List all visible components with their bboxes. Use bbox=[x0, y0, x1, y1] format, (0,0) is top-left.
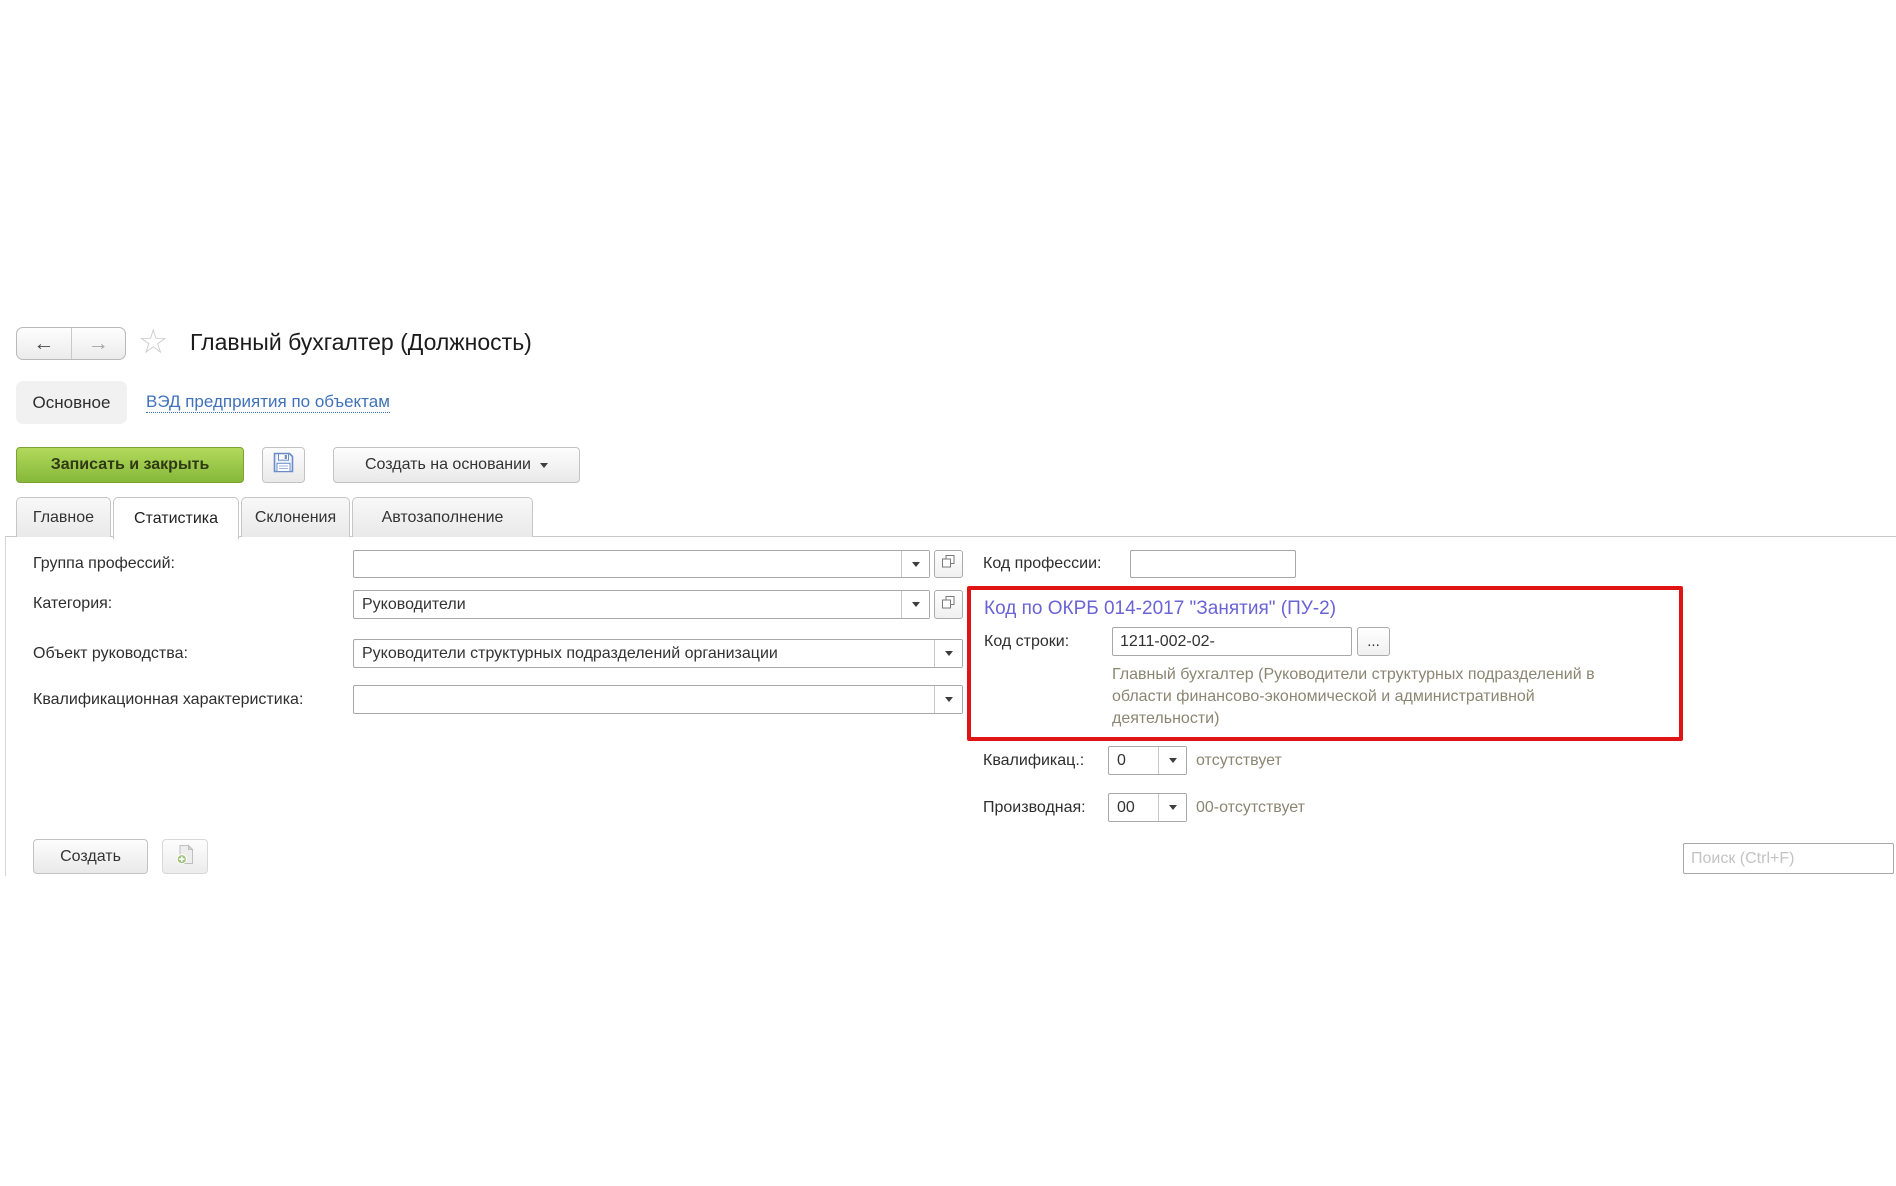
field-label-line-code: Код строки: bbox=[984, 633, 1069, 651]
tab-avtozapolnenie[interactable]: Автозаполнение bbox=[352, 497, 533, 537]
qualification-combo[interactable]: 0 bbox=[1108, 746, 1187, 775]
prof-code-input[interactable] bbox=[1130, 550, 1296, 578]
field-label-management-object: Объект руководства: bbox=[33, 645, 188, 663]
okrb-description: Главный бухгалтер (Руководители структур… bbox=[1112, 664, 1642, 730]
section-tab-main[interactable]: Основное bbox=[16, 381, 127, 424]
forward-arrow-icon: → bbox=[88, 332, 109, 356]
derivative-hint: 00-отсутствует bbox=[1196, 799, 1305, 817]
back-arrow-icon: ← bbox=[33, 332, 54, 356]
save-icon-button[interactable] bbox=[262, 447, 305, 483]
create-based-on-button[interactable]: Создать на основании bbox=[333, 447, 580, 483]
field-label-prof-code: Код профессии: bbox=[983, 555, 1102, 573]
nav-back-button[interactable]: ← bbox=[17, 328, 72, 359]
qualification-characteristic-dropdown-button[interactable] bbox=[934, 686, 962, 713]
line-code-more-button[interactable]: ... bbox=[1357, 627, 1390, 656]
management-object-value[interactable]: Руководители структурных подразделений о… bbox=[354, 640, 934, 667]
field-label-derivative: Производная: bbox=[983, 799, 1086, 817]
chevron-down-icon bbox=[945, 697, 953, 702]
field-label-profession-group: Группа профессий: bbox=[33, 555, 175, 573]
qualification-dropdown-button[interactable] bbox=[1158, 747, 1186, 774]
field-label-category: Категория: bbox=[33, 595, 112, 613]
okrb-code-link[interactable]: Код по ОКРБ 014-2017 "Занятия" (ПУ-2) bbox=[984, 598, 1336, 620]
qualification-hint: отсутствует bbox=[1196, 752, 1282, 770]
tab-sklonenia[interactable]: Склонения bbox=[241, 497, 350, 537]
category-value[interactable]: Руководители bbox=[354, 591, 901, 618]
management-object-dropdown-button[interactable] bbox=[934, 640, 962, 667]
category-open-button[interactable] bbox=[934, 590, 963, 619]
chevron-down-icon bbox=[912, 602, 920, 607]
profession-group-combo[interactable] bbox=[353, 550, 930, 578]
field-label-qualification: Квалификац.: bbox=[983, 752, 1084, 770]
profession-group-open-button[interactable] bbox=[934, 550, 963, 578]
tab-panel-left-border bbox=[5, 536, 6, 876]
qualification-characteristic-combo[interactable] bbox=[353, 685, 963, 714]
profession-group-value[interactable] bbox=[354, 551, 901, 577]
floppy-disk-icon bbox=[272, 451, 295, 479]
create-based-on-label: Создать на основании bbox=[365, 456, 531, 474]
nav-forward-button[interactable]: → bbox=[72, 328, 126, 359]
open-in-window-icon bbox=[941, 595, 956, 615]
field-label-qualification-characteristic: Квалификационная характеристика: bbox=[33, 691, 303, 709]
derivative-dropdown-button[interactable] bbox=[1158, 794, 1186, 821]
save-and-close-button[interactable]: Записать и закрыть bbox=[16, 447, 244, 483]
derivative-combo[interactable]: 00 bbox=[1108, 793, 1187, 822]
chevron-down-icon bbox=[1169, 758, 1177, 763]
form-window: ← → ☆ Главный бухгалтер (Должность) Осно… bbox=[0, 0, 1896, 1186]
open-in-window-icon bbox=[941, 554, 956, 574]
history-nav-group: ← → bbox=[16, 327, 126, 360]
qualification-characteristic-value[interactable] bbox=[354, 686, 934, 713]
management-object-combo[interactable]: Руководители структурных подразделений о… bbox=[353, 639, 963, 668]
qualification-value[interactable]: 0 bbox=[1109, 747, 1158, 774]
page-title: Главный бухгалтер (Должность) bbox=[190, 329, 532, 356]
search-input[interactable] bbox=[1683, 843, 1894, 874]
chevron-down-icon bbox=[1169, 805, 1177, 810]
category-dropdown-button[interactable] bbox=[901, 591, 929, 618]
chevron-down-icon bbox=[912, 562, 920, 567]
new-document-plus-icon bbox=[175, 844, 196, 870]
create-group-button[interactable] bbox=[162, 839, 208, 874]
derivative-value[interactable]: 00 bbox=[1109, 794, 1158, 821]
chevron-down-icon bbox=[540, 463, 548, 468]
line-code-input[interactable] bbox=[1112, 627, 1352, 656]
category-combo[interactable]: Руководители bbox=[353, 590, 930, 619]
favorite-star-icon[interactable]: ☆ bbox=[138, 322, 168, 362]
profession-group-dropdown-button[interactable] bbox=[901, 551, 929, 577]
create-button[interactable]: Создать bbox=[33, 839, 148, 874]
chevron-down-icon bbox=[945, 651, 953, 656]
tab-glavnoe[interactable]: Главное bbox=[16, 497, 111, 537]
tab-statistika[interactable]: Статистика bbox=[113, 497, 239, 539]
section-link-ved[interactable]: ВЭД предприятия по объектам bbox=[146, 392, 390, 413]
